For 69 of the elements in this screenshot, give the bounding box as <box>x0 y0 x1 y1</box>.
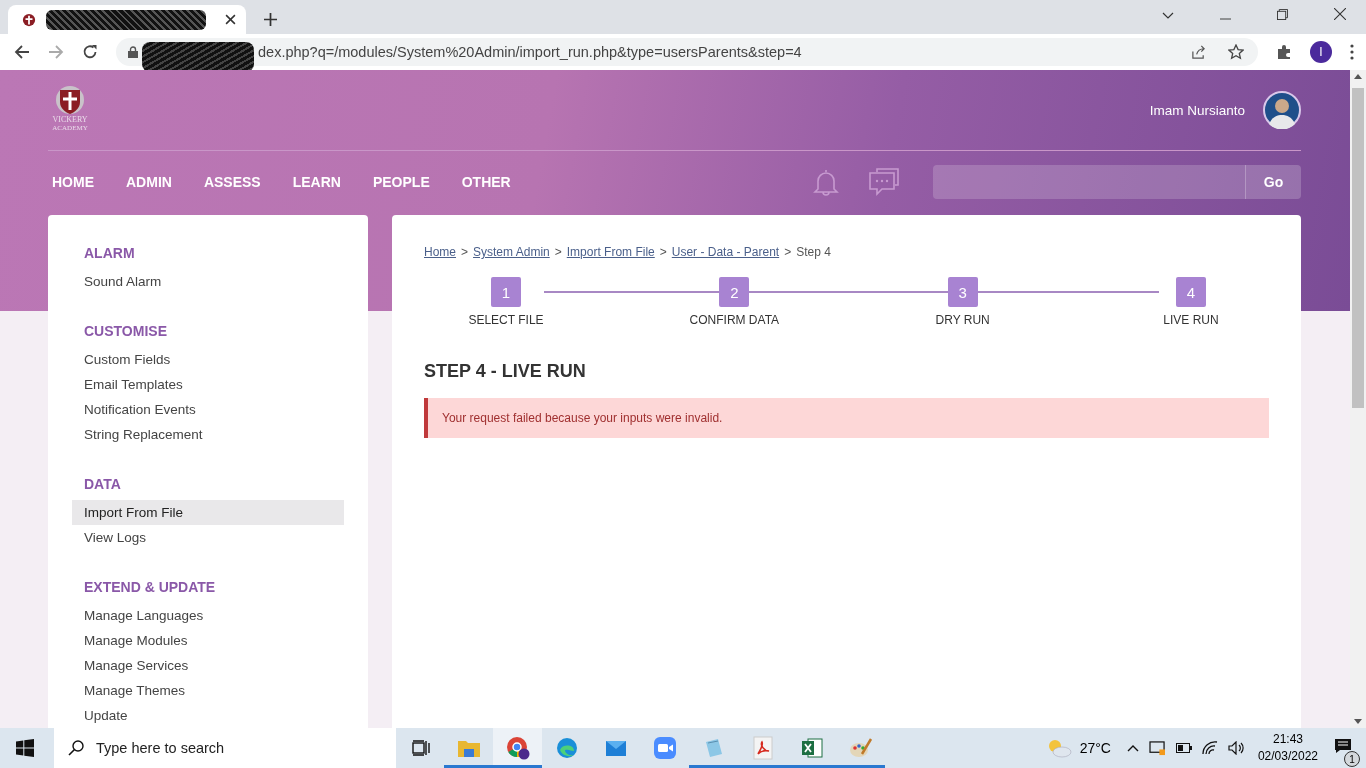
share-icon[interactable] <box>1191 44 1206 60</box>
restore-icon[interactable] <box>1277 9 1288 20</box>
section-heading: EXTEND & UPDATE <box>84 579 217 595</box>
back-arrow-icon[interactable] <box>14 44 30 60</box>
sidebar-item[interactable]: Email Templates <box>72 372 344 397</box>
search-icon <box>68 740 84 756</box>
close-icon[interactable] <box>1334 8 1346 20</box>
breadcrumb-separator: > <box>461 245 469 259</box>
step-label: CONFIRM DATA <box>689 313 780 327</box>
page-heading: STEP 4 - LIVE RUN <box>424 361 587 382</box>
chevron-up-icon[interactable] <box>1126 744 1139 752</box>
windows-start-icon[interactable] <box>16 739 34 757</box>
breadcrumb-link[interactable]: User - Data - Parent <box>671 245 780 259</box>
step-number: 4 <box>1176 277 1206 307</box>
section-heading: DATA <box>84 476 122 492</box>
taskbar-search-field[interactable]: Type here to search <box>54 728 396 768</box>
sidebar-item[interactable]: Manage Themes <box>72 678 344 703</box>
task-view-icon[interactable] <box>412 740 430 756</box>
chevron-down-icon[interactable] <box>1162 12 1174 20</box>
sidebar-item[interactable]: View Logs <box>72 525 344 550</box>
step-number: 1 <box>491 277 521 307</box>
temperature-text[interactable]: 27°C <box>1079 740 1111 756</box>
user-avatar[interactable] <box>1263 91 1301 129</box>
sidebar-item[interactable]: Update <box>72 703 344 728</box>
go-button[interactable]: Go <box>1245 165 1301 199</box>
step-label: LIVE RUN <box>1163 313 1219 327</box>
sidebar-item[interactable]: Notification Events <box>72 397 344 422</box>
wifi-icon[interactable] <box>1201 741 1218 755</box>
sidebar-item[interactable]: Import From File <box>72 500 344 525</box>
clock-time[interactable]: 21:43 <box>1272 731 1303 748</box>
step-label: SELECT FILE <box>468 313 544 327</box>
sidebar-item[interactable]: Manage Languages <box>72 603 344 628</box>
browser-tab[interactable] <box>8 5 246 34</box>
sidebar-item[interactable]: Custom Fields <box>72 347 344 372</box>
reload-icon[interactable] <box>82 44 98 60</box>
breadcrumb-link[interactable]: System Admin <box>473 245 550 259</box>
sidebar-item[interactable]: String Replacement <box>72 422 344 447</box>
clock-date[interactable]: 02/03/2022 <box>1257 748 1318 765</box>
breadcrumb-separator: > <box>554 245 562 259</box>
breadcrumb-separator: > <box>784 245 792 259</box>
step-number: 2 <box>719 277 750 307</box>
section-heading: CUSTOMISE <box>84 323 168 339</box>
breadcrumb-link[interactable]: Import From File <box>566 245 655 259</box>
profile-avatar[interactable]: I <box>1310 41 1332 63</box>
monitor-icon[interactable] <box>1148 740 1166 756</box>
breadcrumb-separator: > <box>659 245 667 259</box>
step-label: DRY RUN <box>935 313 990 327</box>
chrome-app-icon[interactable] <box>493 728 542 768</box>
notification-count: 1 <box>1344 751 1360 767</box>
shield-icon <box>22 12 36 27</box>
puzzle-icon[interactable] <box>1276 44 1292 60</box>
section-heading: ALARM <box>84 245 136 261</box>
step-number: 3 <box>947 277 978 307</box>
star-icon[interactable] <box>1228 44 1244 60</box>
sidebar-item[interactable]: Sound Alarm <box>72 269 344 294</box>
speaker-icon[interactable] <box>1227 741 1244 755</box>
more-icon[interactable] <box>1350 44 1354 60</box>
sidebar-item[interactable]: Manage Modules <box>72 628 344 653</box>
plus-icon[interactable] <box>264 13 277 26</box>
battery-icon[interactable] <box>1175 743 1192 753</box>
lock-icon <box>128 46 138 58</box>
user-name[interactable]: Imam Nursianto <box>1149 102 1245 118</box>
notification-icon[interactable] <box>1334 738 1352 754</box>
close-icon[interactable] <box>225 14 236 25</box>
sidebar-item[interactable]: Manage Services <box>72 653 344 678</box>
breadcrumb-current: Step 4 <box>796 245 831 259</box>
error-message: Your request failed because your inputs were invalid. <box>424 398 1269 438</box>
breadcrumb-link[interactable]: Home <box>424 245 456 259</box>
url-text: dex.php?q=/modules/System%20Admin/import_run.php&type=usersParents&step=4 <box>258 44 802 60</box>
